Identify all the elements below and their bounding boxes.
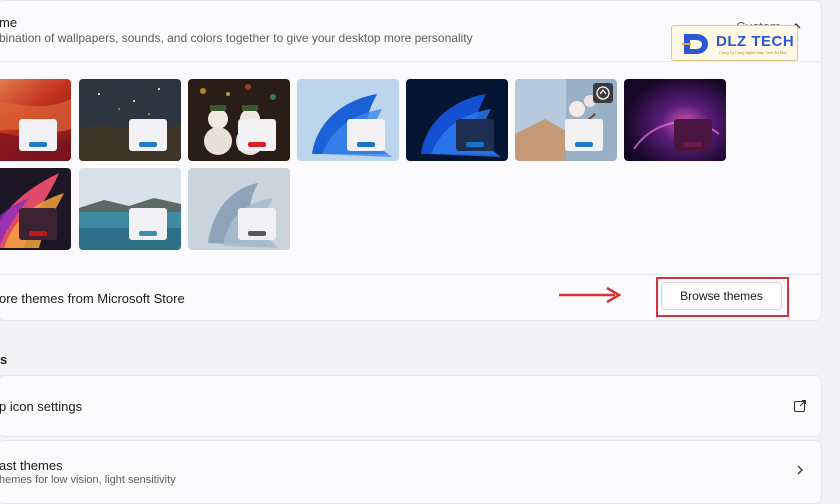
chevron-right-icon (797, 465, 803, 475)
logo-brand: DLZ TECH (716, 33, 795, 50)
theme-accent-swatch (347, 119, 385, 151)
theme-night-sky[interactable] (79, 79, 181, 161)
selected-check-icon (593, 83, 613, 103)
desktop-icon-settings-row[interactable]: p icon settings (0, 375, 822, 437)
browse-themes-button[interactable]: Browse themes (661, 282, 782, 310)
store-label: ore themes from Microsoft Store (0, 291, 185, 306)
contrast-themes-row[interactable]: ast themes hemes for low vision, light s… (0, 440, 822, 504)
theme-accent-swatch (456, 119, 494, 151)
theme-lake[interactable] (79, 168, 181, 250)
dlz-logo-icon (682, 34, 708, 54)
dlz-tech-logo: DLZ TECH Công Ty Công Nghệ Máy Tính Số M… (671, 25, 798, 61)
theme-accent-swatch (238, 208, 276, 240)
desktop-icon-settings-label: p icon settings (0, 399, 83, 414)
section-heading: s (0, 352, 8, 367)
theme-accent-swatch (129, 119, 167, 151)
theme-snowmen[interactable] (188, 79, 290, 161)
contrast-themes-label: ast themes (0, 458, 63, 473)
theme-ribbon-flow[interactable] (0, 168, 71, 250)
theme-accent-swatch (129, 208, 167, 240)
logo-tagline: Công Ty Công Nghệ Máy Tính Số Một (719, 50, 787, 55)
external-link-icon (793, 399, 807, 413)
theme-accent-swatch (674, 119, 712, 151)
arrow-right-icon (559, 286, 622, 304)
theme-red-canyon[interactable] (0, 79, 71, 161)
theme-captured-motion[interactable] (188, 168, 290, 250)
theme-title: me (0, 15, 18, 30)
contrast-themes-description: hemes for low vision, light sensitivity (0, 474, 176, 486)
theme-windows-bloom-dark[interactable] (406, 79, 508, 161)
theme-spring-blossom[interactable] (515, 79, 617, 161)
theme-windows-bloom-light[interactable] (297, 79, 399, 161)
theme-accent-swatch (19, 119, 57, 151)
theme-purple-glow[interactable] (624, 79, 726, 161)
theme-accent-swatch (565, 119, 603, 151)
theme-accent-swatch (238, 119, 276, 151)
theme-description: bination of wallpapers, sounds, and colo… (0, 31, 473, 45)
theme-accent-swatch (19, 208, 57, 240)
